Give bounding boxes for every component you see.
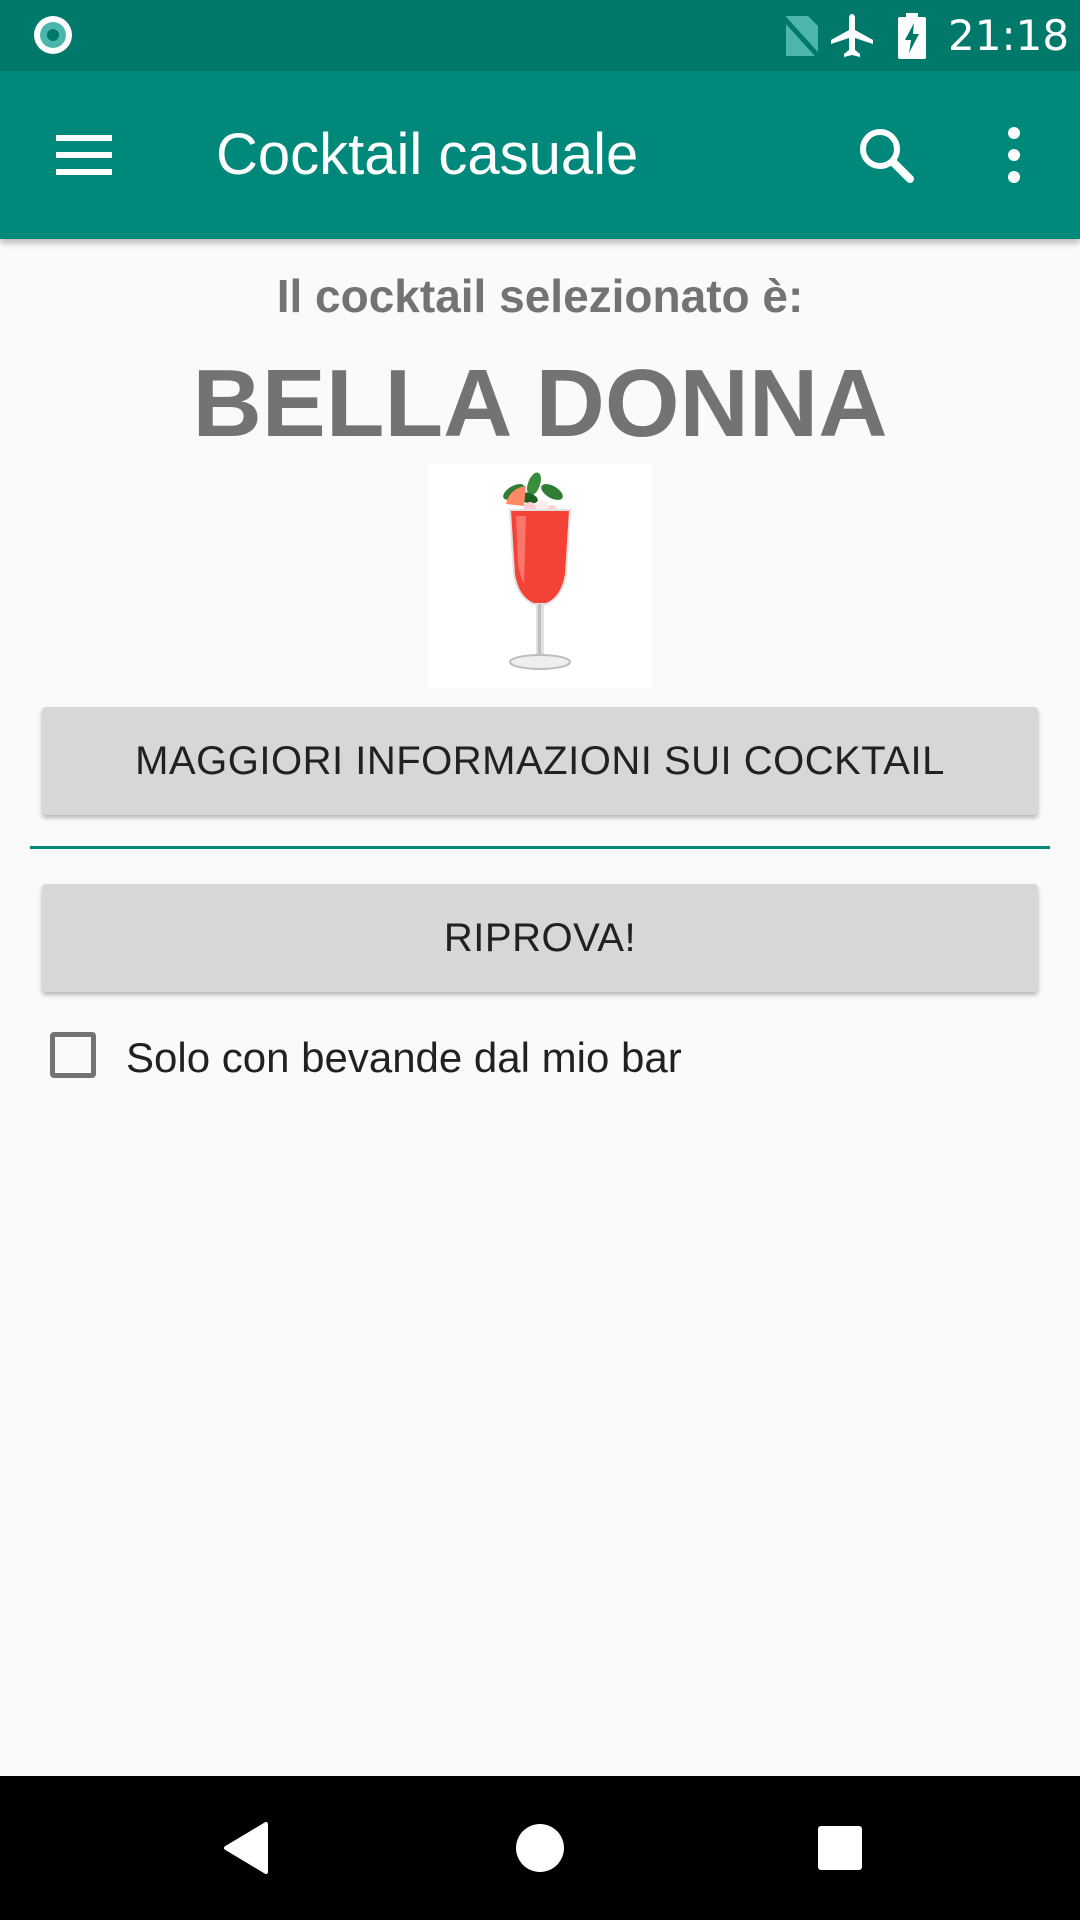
no-sim-icon <box>780 14 822 60</box>
more-vert-icon[interactable] <box>970 111 1058 199</box>
retry-button[interactable]: RIPROVA! <box>42 884 1038 992</box>
only-my-bar-checkbox[interactable] <box>50 1032 96 1078</box>
app-title: Cocktail casuale <box>216 122 639 187</box>
menu-icon[interactable] <box>40 111 128 199</box>
cocktail-name: BELLA DONNA <box>192 350 888 457</box>
airplane-mode-icon <box>831 14 873 57</box>
system-nav-bar <box>0 1776 1080 1920</box>
status-bar: 21:18 <box>0 0 1080 71</box>
home-icon[interactable] <box>492 1800 588 1896</box>
status-time: 21:18 <box>948 11 1070 60</box>
divider <box>30 846 1050 849</box>
only-my-bar-checkbox-label[interactable]: Solo con bevande dal mio bar <box>126 1028 682 1088</box>
recents-icon[interactable] <box>792 1800 888 1896</box>
app-bar: Cocktail casuale <box>0 71 1080 239</box>
more-info-button[interactable]: MAGGIORI INFORMAZIONI SUI COCKTAIL <box>42 707 1038 815</box>
search-icon[interactable] <box>842 111 930 199</box>
selected-cocktail-subtitle: Il cocktail selezionato è: <box>276 270 804 322</box>
app-notification-icon <box>34 16 72 54</box>
only-my-bar-checkbox-row[interactable]: Solo con bevande dal mio bar <box>50 1028 950 1088</box>
cocktail-image <box>428 464 652 688</box>
battery-charging-icon <box>898 13 926 59</box>
back-icon[interactable] <box>200 1800 296 1896</box>
